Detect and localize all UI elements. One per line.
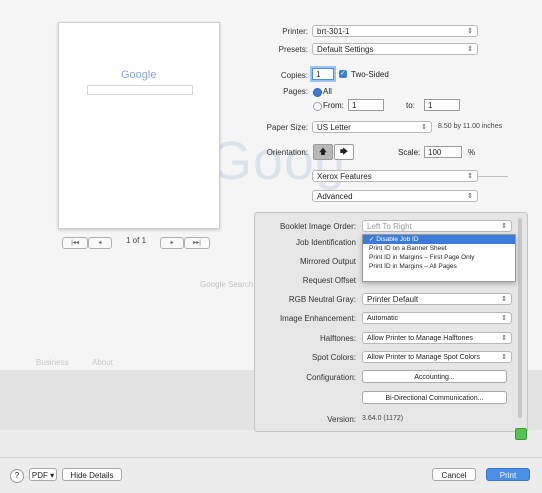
chevron-updown-icon: ⇕ [467, 28, 473, 35]
landscape-orientation-button[interactable]: 🡆 [334, 144, 354, 160]
booklet-order-value: Left To Right [367, 222, 412, 231]
orientation-label: Orientation: [266, 148, 308, 157]
bi-directional-communication-button[interactable]: Bi-Directional Communication... [362, 391, 507, 404]
halftones-value: Allow Printer to Manage Halftones [367, 335, 473, 342]
hide-details-button[interactable]: Hide Details [62, 468, 122, 481]
print-button[interactable]: Print [486, 468, 530, 481]
presets-popup[interactable]: Default Settings ⇕ [312, 43, 478, 55]
pages-from-radio[interactable] [313, 102, 322, 111]
footer-divider [0, 457, 542, 458]
pages-to-input[interactable]: 1 [424, 99, 460, 111]
copies-label: Copies: [280, 71, 308, 80]
portrait-orientation-button[interactable]: 🡅 [313, 144, 333, 160]
chevron-updown-icon: ⇕ [467, 193, 473, 200]
prev-page-button[interactable]: ◂ [88, 237, 112, 249]
paper-size-value: US Letter [317, 123, 351, 132]
scale-input[interactable]: 100 [424, 146, 462, 158]
job-id-dropdown-menu[interactable]: ✓ Disable Job ID Print ID on a Banner Sh… [362, 234, 516, 282]
spot-colors-popup[interactable]: Allow Printer to Manage Spot Colors ⇕ [362, 351, 512, 363]
halftones-popup[interactable]: Allow Printer to Manage Halftones ⇕ [362, 332, 512, 344]
chevron-updown-icon: ⇕ [421, 124, 427, 131]
request-offset-label: Request Offset [302, 276, 356, 285]
image-enhancement-value: Automatic [367, 315, 399, 322]
rgb-neutral-gray-label: RGB Neutral Gray: [288, 295, 356, 304]
divider-line [478, 176, 508, 177]
job-id-option-disable[interactable]: ✓ Disable Job ID [363, 235, 515, 244]
two-sided-checkbox[interactable]: ✓ [339, 70, 347, 78]
last-page-button[interactable]: ▸▸| [184, 237, 210, 249]
chevron-updown-icon: ⇕ [501, 296, 507, 303]
printer-value: brt-301-1 [317, 27, 350, 36]
paper-size-label: Paper Size: [266, 123, 308, 132]
booklet-order-label: Booklet Image Order: [279, 222, 356, 231]
chevron-updown-icon: ⇕ [467, 173, 473, 180]
pdf-menu-button[interactable]: PDF ▾ [29, 468, 57, 481]
background-search-hint: Google Search [200, 280, 254, 289]
accounting-button[interactable]: Accounting... [362, 370, 507, 383]
preview-searchbar [87, 85, 193, 95]
chevron-updown-icon: ⇕ [501, 315, 507, 322]
job-id-option-all-pages[interactable]: Print ID in Margins – All Pages [363, 262, 515, 271]
next-page-button[interactable]: ▸ [160, 237, 184, 249]
image-enhancement-popup[interactable]: Automatic ⇕ [362, 312, 512, 324]
paper-dimensions: 8.50 by 11.00 inches [438, 123, 503, 130]
chevron-updown-icon: ⇕ [501, 223, 507, 230]
job-id-option-label: Disable Job ID [376, 236, 419, 243]
printer-popup[interactable]: brt-301-1 ⇕ [312, 25, 478, 37]
version-label: Version: [327, 415, 356, 424]
job-identification-label: Job Identification [295, 238, 356, 247]
pages-from-input[interactable]: 1 [348, 99, 384, 111]
preview-logo: Google [121, 69, 157, 81]
booklet-order-popup[interactable]: Left To Right ⇕ [362, 220, 512, 232]
pages-all-label: All [323, 87, 332, 96]
paper-size-popup[interactable]: US Letter ⇕ [312, 121, 432, 133]
spot-colors-value: Allow Printer to Manage Spot Colors [367, 354, 480, 361]
version-value: 3.64.0 (1172) [362, 415, 404, 422]
background-nav-left: Business [36, 358, 69, 367]
xerox-features-value: Xerox Features [317, 172, 372, 181]
job-id-option-banner[interactable]: Print ID on a Banner Sheet [363, 244, 515, 253]
configuration-label: Configuration: [306, 373, 356, 382]
pages-all-radio[interactable] [313, 88, 322, 97]
help-button[interactable]: ? [10, 469, 24, 483]
advanced-section-popup[interactable]: Advanced ⇕ [312, 190, 478, 202]
spot-colors-label: Spot Colors: [311, 353, 356, 362]
image-enhancement-label: Image Enhancement: [279, 314, 356, 323]
printer-label: Printer: [282, 27, 308, 36]
cancel-button[interactable]: Cancel [432, 468, 476, 481]
panel-scrollbar[interactable] [518, 218, 522, 418]
halftones-label: Halftones: [319, 334, 356, 343]
page-counter: 1 of 1 [126, 236, 147, 245]
chevron-updown-icon: ⇕ [501, 354, 507, 361]
advanced-section-value: Advanced [317, 192, 353, 201]
rgb-neutral-gray-value: Printer Default [367, 295, 419, 304]
job-id-option-first-page[interactable]: Print ID in Margins – First Page Only [363, 253, 515, 262]
scale-unit: % [468, 148, 476, 157]
presets-value: Default Settings [317, 45, 374, 54]
pages-label: Pages: [283, 87, 308, 96]
pages-from-label: From: [323, 101, 344, 110]
first-page-button[interactable]: |◂◂ [62, 237, 88, 249]
chevron-updown-icon: ⇕ [501, 335, 507, 342]
presets-label: Presets: [278, 45, 308, 54]
background-nav-right: About [92, 358, 113, 367]
chevron-updown-icon: ⇕ [467, 46, 473, 53]
status-indicator [515, 428, 527, 440]
scale-label: Scale: [398, 148, 421, 157]
mirrored-output-label: Mirrored Output [299, 257, 356, 266]
copies-input[interactable]: 1 [312, 68, 334, 80]
xerox-features-popup[interactable]: Xerox Features ⇕ [312, 170, 478, 182]
pages-to-label: to: [406, 101, 415, 110]
page-preview: Google [58, 22, 220, 229]
rgb-neutral-gray-popup[interactable]: Printer Default ⇕ [362, 293, 512, 305]
two-sided-label: Two-Sided [351, 70, 389, 79]
